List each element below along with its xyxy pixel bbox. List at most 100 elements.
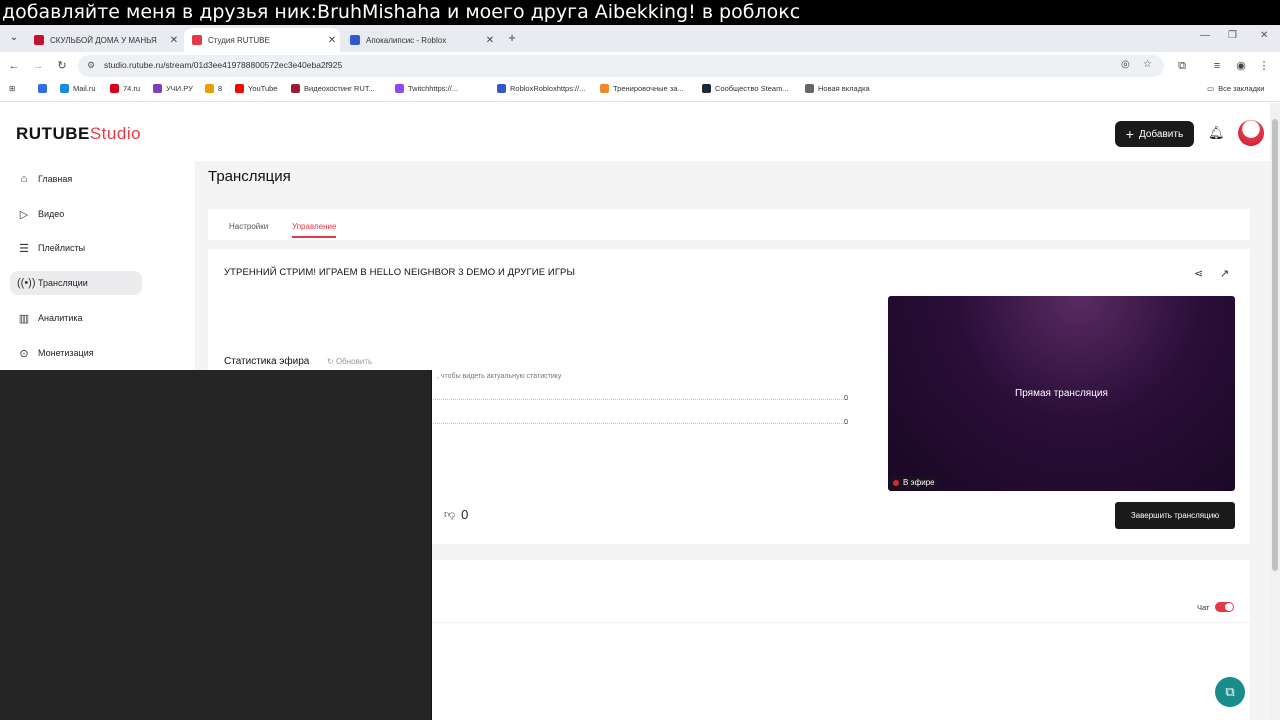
back-icon[interactable]: ← [6,58,22,74]
bell-icon[interactable]: 🔔︎ [1208,125,1225,141]
video-icon: ▷ [19,208,29,221]
bookmark-item[interactable]: Тренировочные за... [600,84,684,93]
bookmark-item[interactable]: Mail.ru [60,84,96,93]
bookmark-item[interactable]: Видеохостинг RUT... [291,84,375,93]
sidebar-item-video[interactable]: ▷ Видео [10,202,142,226]
bookmarks-bar: ⊞ Mail.ru 74.ru УЧИ.РУ 8 YouTube Видеохо… [0,80,1280,102]
stats-label: Статистика эфира [224,356,310,367]
window-close-icon[interactable]: ✕ [1260,30,1268,41]
page-scrollbar[interactable] [1270,103,1280,720]
money-icon: ⊙ [19,347,29,360]
profile-icon[interactable]: ◉ [1233,58,1249,74]
add-button[interactable]: + Добавить [1115,121,1194,147]
browser-tab-1[interactable]: СКУЛЬБОЙ ДОМА У МАНЬЯ ✕ [26,28,182,52]
tab-settings[interactable]: Настройки [229,222,268,231]
close-icon[interactable]: ✕ [324,35,340,46]
page-title: Трансляция [208,168,291,185]
tab-title: Студия RUTUBE [208,35,270,45]
star-icon[interactable]: ☆ [1143,59,1152,70]
all-bookmarks[interactable]: ▭ Все закладки [1207,84,1264,93]
tab-title: СКУЛЬБОЙ ДОМА У МАНЬЯ [50,35,157,45]
sidebar-item-label: Видео [38,209,65,219]
site-header: RUTUBEStudio + Добавить 🔔︎ [0,103,1270,161]
site-info-icon[interactable]: ⚙ [87,60,95,71]
tab-search-chevron-icon[interactable]: ⌄ [6,30,22,46]
chat-label: Чат [1197,603,1210,612]
folder-icon: ▭ [1207,84,1215,93]
browser-toolbar: ← → ↻ ⚙ studio.rutube.ru/stream/01d3ee41… [0,52,1280,80]
eye-off-icon[interactable]: ◎ [1121,59,1130,70]
apps-icon[interactable]: ⊞ [9,84,15,93]
avatar[interactable] [1238,120,1264,146]
tab-title: Апокалипсис - Roblox [366,35,447,45]
extensions-icon[interactable]: ⧉ [1174,58,1190,74]
refresh-button[interactable]: ↻ Обновить [327,357,372,366]
live-badge: В эфире [889,476,940,490]
minimize-icon[interactable]: — [1200,30,1210,41]
sidebar-item-home[interactable]: ⌂ Главная [10,167,142,191]
tab-favicon-icon [34,35,44,45]
bookmark-item[interactable] [38,84,51,93]
forward-icon[interactable]: → [30,58,46,74]
address-bar[interactable]: ⚙ studio.rutube.ru/stream/01d3ee41978880… [78,55,1164,77]
tab-favicon-icon [350,35,360,45]
menu-icon[interactable]: ⋮ [1256,58,1272,74]
sidebar-item-label: Трансляции [38,278,88,288]
page-tabs: Настройки Управление [208,209,1250,240]
tab-management[interactable]: Управление [292,222,337,238]
bookmark-item[interactable]: Новая вкладка [805,84,870,93]
playlist-icon: ☰ [19,242,29,255]
bookmark-item[interactable]: Twitchhttps://... [395,84,458,93]
broadcast-icon: ((•)) [17,277,36,289]
sidebar-item-monetization[interactable]: ⊙ Монетизация [10,341,142,365]
dislike-counter[interactable]: 👎︎ 0 [444,507,468,522]
chat-toggle[interactable] [1215,602,1234,612]
sidebar-item-label: Аналитика [38,313,83,323]
thumbs-down-icon: 👎︎ [444,509,456,521]
home-icon: ⌂ [20,173,28,185]
bookmark-item[interactable]: 74.ru [110,84,140,93]
browser-tab-3[interactable]: Апокалипсис - Roblox ✕ [342,28,498,52]
end-stream-button[interactable]: Завершить трансляцию [1115,502,1235,529]
sidebar-item-label: Плейлисты [38,243,86,253]
sidebar-item-playlists[interactable]: ☰ Плейлисты [10,236,142,260]
dislike-count: 0 [461,507,469,522]
bookmark-item[interactable]: УЧИ.РУ [153,84,193,93]
new-tab-icon[interactable]: + [504,30,520,46]
refresh-icon: ↻ [327,357,336,366]
live-dot-icon [893,480,899,486]
stat-value: 0 [844,395,848,402]
rutube-studio-logo[interactable]: RUTUBEStudio [16,124,141,144]
browser-tab-strip: ⌄ СКУЛЬБОЙ ДОМА У МАНЬЯ ✕ Студия RUTUBE … [0,25,1280,52]
restore-icon[interactable]: ❐ [1228,30,1237,41]
sidebar-item-label: Главная [38,174,73,184]
bookmark-item[interactable]: RobloxRobloxhttps://... [497,84,585,93]
close-icon[interactable]: ✕ [482,35,498,46]
dark-overlay-panel [0,370,432,720]
reload-icon[interactable]: ↻ [54,58,70,74]
bookmark-item[interactable]: Сообщество Steam... [702,84,789,93]
media-icon[interactable]: ≡ [1209,58,1225,74]
stats-divider [433,399,848,400]
scrollbar-thumb[interactable] [1272,119,1278,571]
sidebar-item-label: Монетизация [38,348,94,358]
sidebar-item-broadcasts[interactable]: ((•)) Трансляции [10,271,142,295]
stats-divider [433,423,848,424]
bookmark-item[interactable]: 8 [205,84,222,93]
stream-player[interactable]: Прямая трансляция В эфире [888,296,1235,491]
share-icon[interactable]: ⋖ [1194,267,1203,280]
close-icon[interactable]: ✕ [166,35,182,46]
tab-favicon-icon [192,35,202,45]
sidebar-item-analytics[interactable]: ▥ Аналитика [10,306,142,330]
external-link-icon[interactable]: ↗ [1220,267,1229,280]
url-text[interactable]: studio.rutube.ru/stream/01d3ee4197888005… [104,60,342,70]
plus-icon: + [1125,126,1134,142]
player-text: Прямая трансляция [1015,388,1108,399]
support-chat-icon[interactable]: ⧉ [1215,677,1245,707]
browser-tab-2[interactable]: Студия RUTUBE ✕ [184,28,340,52]
stat-value: 0 [844,419,848,426]
bookmark-item[interactable]: YouTube [235,84,277,93]
analytics-icon: ▥ [18,312,30,325]
stream-title: УТРЕННИЙ СТРИМ! ИГРАЕМ В HELLO NEIGHBOR … [224,267,576,278]
stats-hint: , чтобы видеть актуальную статистику [437,373,562,380]
